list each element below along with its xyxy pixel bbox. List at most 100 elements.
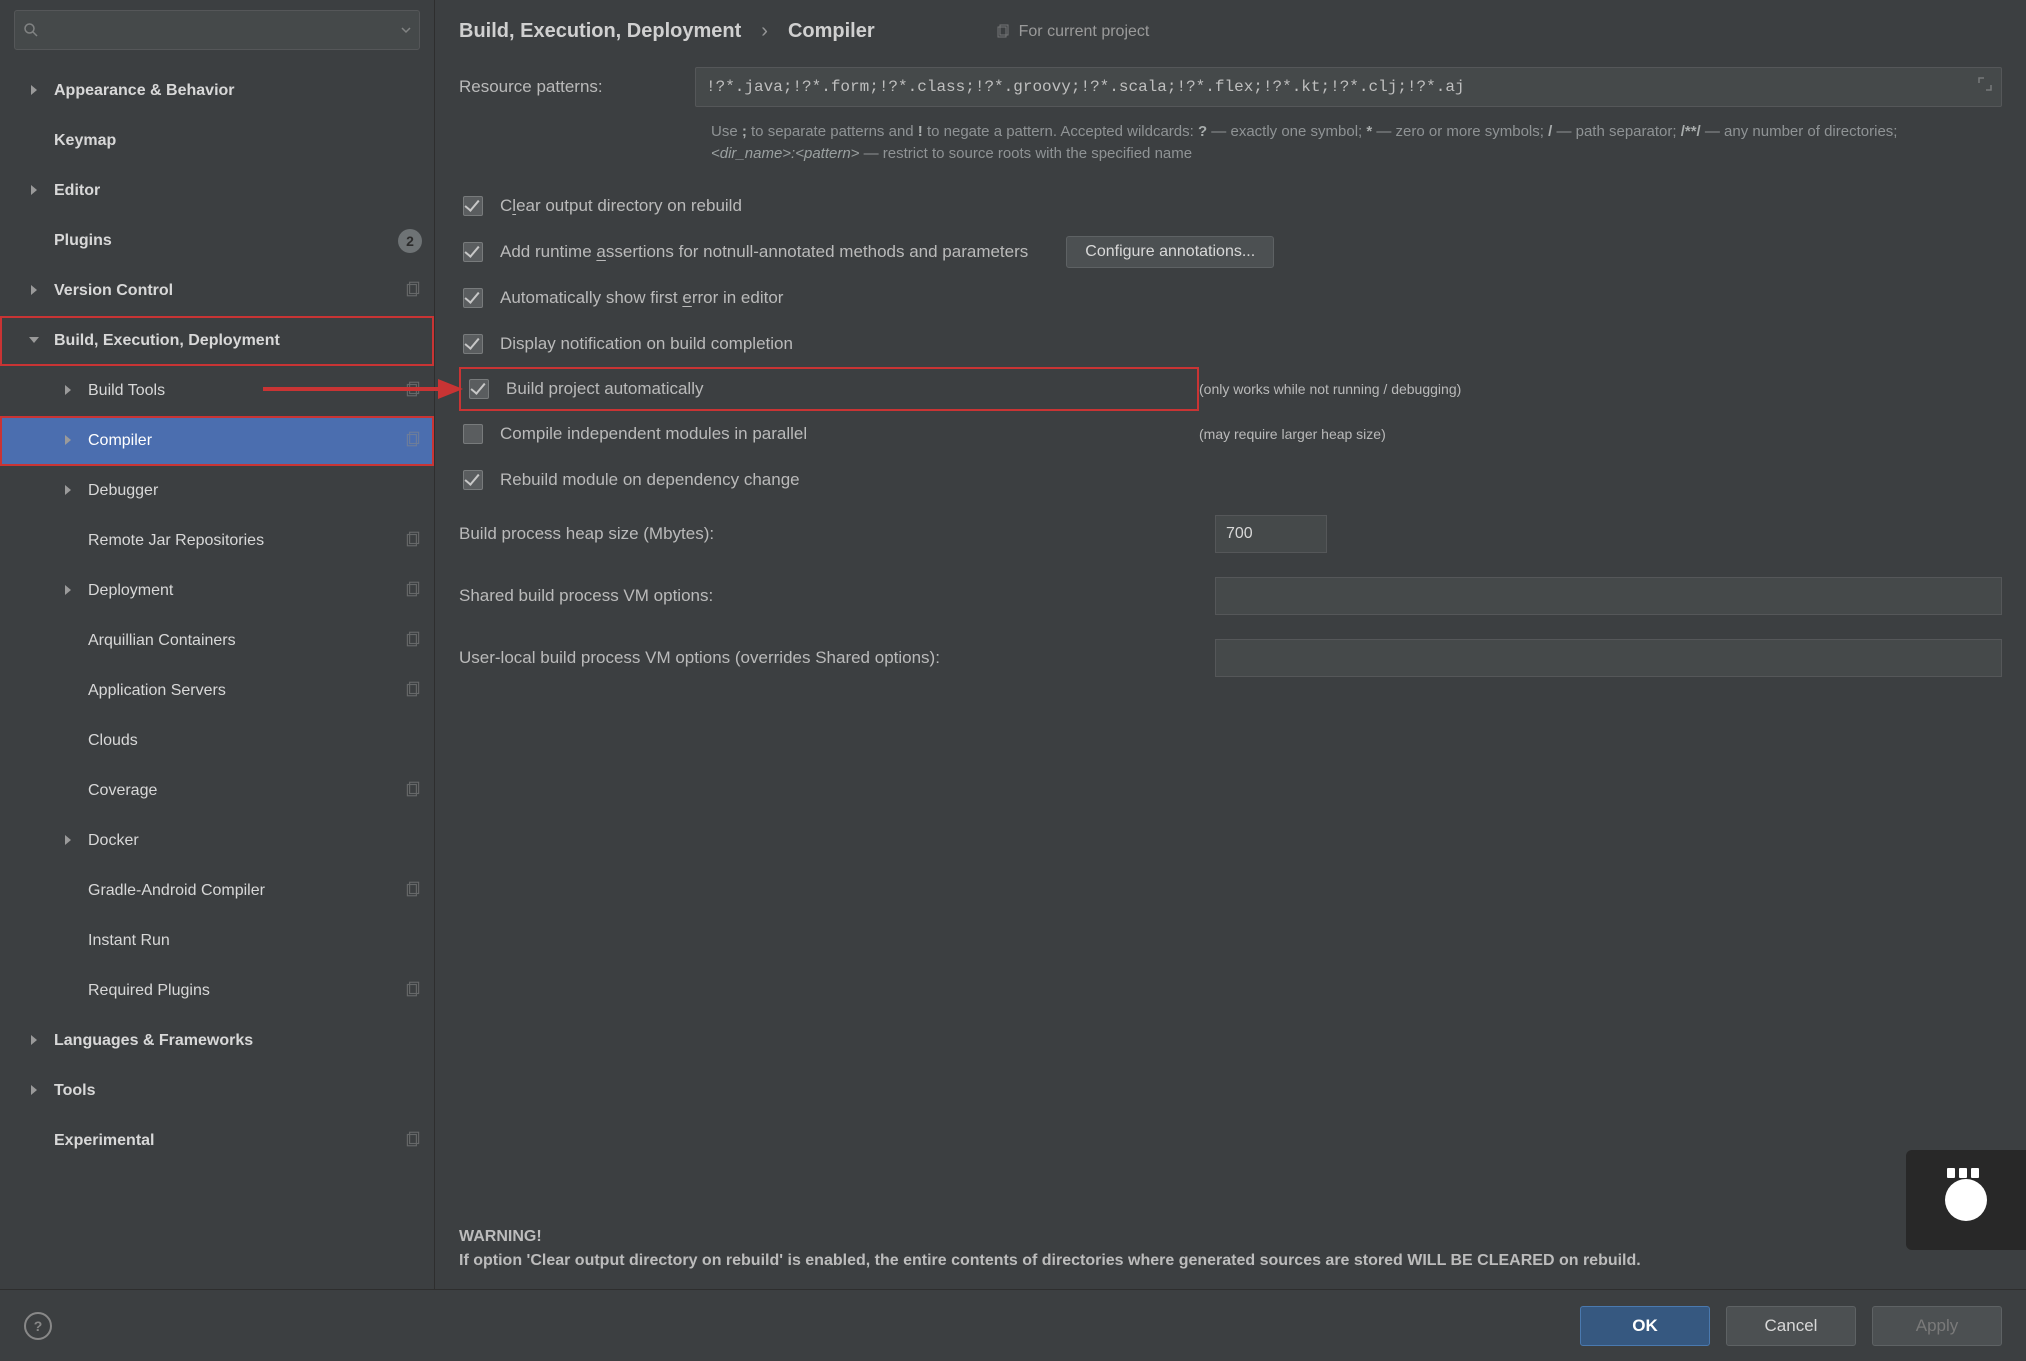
sidebar-item-deployment[interactable]: Deployment bbox=[0, 566, 434, 616]
compile-parallel-label: Compile independent modules in parallel bbox=[500, 424, 807, 444]
sidebar-item-required-plugins[interactable]: Required Plugins bbox=[0, 966, 434, 1016]
scope-indicator: For current project bbox=[995, 23, 1150, 41]
settings-tree[interactable]: Appearance & Behavior Keymap Editor Plugins… bbox=[0, 60, 434, 1289]
copy-icon bbox=[404, 680, 422, 703]
breadcrumb-leaf: Compiler bbox=[788, 20, 875, 43]
breadcrumb: Build, Execution, Deployment › Compiler … bbox=[459, 20, 2002, 43]
sidebar-item-clouds[interactable]: Clouds bbox=[0, 716, 434, 766]
sidebar-item-label: Deployment bbox=[88, 582, 173, 600]
chevron-down-icon bbox=[28, 334, 42, 348]
sidebar-item-label: Experimental bbox=[54, 1132, 154, 1150]
sidebar-item-label: Arquillian Containers bbox=[88, 632, 236, 650]
sidebar-item-remote-jar-repositories[interactable]: Remote Jar Repositories bbox=[0, 516, 434, 566]
display-notification-checkbox[interactable] bbox=[463, 334, 483, 354]
update-badge: 2 bbox=[398, 229, 422, 253]
build-auto-row: Build project automatically bbox=[459, 367, 1199, 411]
search-field[interactable] bbox=[45, 21, 395, 39]
build-auto-aside: (only works while not running / debuggin… bbox=[1199, 381, 2002, 397]
chevron-right-icon bbox=[28, 1034, 42, 1048]
copy-icon bbox=[404, 880, 422, 903]
clear-output-checkbox[interactable] bbox=[463, 196, 483, 216]
sidebar-item-label: Debugger bbox=[88, 482, 158, 500]
breadcrumb-root[interactable]: Build, Execution, Deployment bbox=[459, 20, 741, 43]
copy-icon bbox=[404, 530, 422, 553]
copy-icon bbox=[404, 1130, 422, 1153]
heap-size-input[interactable] bbox=[1215, 515, 1327, 553]
sidebar-item-languages-frameworks[interactable]: Languages & Frameworks bbox=[0, 1016, 434, 1066]
apply-button[interactable]: Apply bbox=[1872, 1306, 2002, 1346]
chevron-down-icon bbox=[401, 25, 411, 35]
build-auto-checkbox[interactable] bbox=[469, 379, 489, 399]
copy-icon bbox=[404, 980, 422, 1003]
ok-button[interactable]: OK bbox=[1580, 1306, 1710, 1346]
copy-icon bbox=[404, 430, 422, 453]
sidebar-item-label: Coverage bbox=[88, 782, 157, 800]
sidebar-item-label: Plugins bbox=[54, 232, 112, 250]
sidebar-item-instant-run[interactable]: Instant Run bbox=[0, 916, 434, 966]
sidebar-item-build-execution-deployment[interactable]: Build, Execution, Deployment bbox=[0, 316, 434, 366]
user-vm-label: User-local build process VM options (ove… bbox=[459, 648, 1199, 668]
sidebar-item-experimental[interactable]: Experimental bbox=[0, 1116, 434, 1166]
resource-patterns-label: Resource patterns: bbox=[459, 77, 679, 97]
build-auto-label: Build project automatically bbox=[506, 379, 703, 399]
sidebar-item-label: Tools bbox=[54, 1082, 95, 1100]
help-button[interactable]: ? bbox=[24, 1312, 52, 1340]
sidebar-item-label: Docker bbox=[88, 832, 139, 850]
show-first-error-label: Automatically show first error in editor bbox=[500, 288, 783, 308]
warning-text: WARNING! If option 'Clear output directo… bbox=[459, 1201, 2002, 1289]
chevron-right-icon bbox=[62, 584, 76, 598]
expand-icon[interactable] bbox=[1976, 75, 1994, 93]
sidebar-item-application-servers[interactable]: Application Servers bbox=[0, 666, 434, 716]
sidebar-item-docker[interactable]: Docker bbox=[0, 816, 434, 866]
sidebar-item-label: Appearance & Behavior bbox=[54, 82, 235, 100]
chevron-right-icon bbox=[62, 384, 76, 398]
chevron-right-icon bbox=[28, 184, 42, 198]
sidebar-item-label: Compiler bbox=[88, 432, 152, 450]
show-first-error-checkbox[interactable] bbox=[463, 288, 483, 308]
search-icon bbox=[23, 22, 39, 38]
rebuild-dep-checkbox[interactable] bbox=[463, 470, 483, 490]
sidebar-item-label: Languages & Frameworks bbox=[54, 1032, 253, 1050]
sidebar-item-label: Application Servers bbox=[88, 682, 226, 700]
sidebar-item-gradle-android-compiler[interactable]: Gradle-Android Compiler bbox=[0, 866, 434, 916]
heap-size-label: Build process heap size (Mbytes): bbox=[459, 524, 1199, 544]
user-vm-input[interactable] bbox=[1215, 639, 2002, 677]
sidebar-item-arquillian-containers[interactable]: Arquillian Containers bbox=[0, 616, 434, 666]
sidebar-item-keymap[interactable]: Keymap bbox=[0, 116, 434, 166]
configure-annotations-button[interactable]: Configure annotations... bbox=[1066, 236, 1274, 268]
copy-icon bbox=[404, 780, 422, 803]
sidebar-item-editor[interactable]: Editor bbox=[0, 166, 434, 216]
sidebar-item-label: Clouds bbox=[88, 732, 138, 750]
breadcrumb-sep-icon: › bbox=[761, 20, 768, 43]
shared-vm-input[interactable] bbox=[1215, 577, 2002, 615]
widget-dot-icon bbox=[1945, 1179, 1987, 1221]
chevron-right-icon bbox=[62, 834, 76, 848]
sidebar-item-appearance-behavior[interactable]: Appearance & Behavior bbox=[0, 66, 434, 116]
sidebar-item-coverage[interactable]: Coverage bbox=[0, 766, 434, 816]
compile-parallel-aside: (may require larger heap size) bbox=[1199, 426, 2002, 442]
compile-parallel-checkbox[interactable] bbox=[463, 424, 483, 444]
settings-main-panel: Build, Execution, Deployment › Compiler … bbox=[435, 0, 2026, 1289]
copy-icon bbox=[404, 280, 422, 303]
sidebar-item-plugins[interactable]: Plugins 2 bbox=[0, 216, 434, 266]
dialog-button-bar: ? OK Cancel Apply bbox=[0, 1289, 2026, 1361]
copy-icon bbox=[404, 580, 422, 603]
sidebar-item-label: Required Plugins bbox=[88, 982, 210, 1000]
sidebar-item-debugger[interactable]: Debugger bbox=[0, 466, 434, 516]
chevron-right-icon bbox=[62, 484, 76, 498]
sidebar-item-label: Build, Execution, Deployment bbox=[54, 332, 280, 350]
cancel-button[interactable]: Cancel bbox=[1726, 1306, 1856, 1346]
floating-widget[interactable] bbox=[1906, 1150, 2026, 1250]
sidebar-item-label: Build Tools bbox=[88, 382, 165, 400]
sidebar-item-build-tools[interactable]: Build Tools bbox=[0, 366, 434, 416]
resource-patterns-input[interactable] bbox=[695, 67, 2002, 107]
sidebar-item-label: Editor bbox=[54, 182, 100, 200]
copy-icon bbox=[404, 630, 422, 653]
clear-output-label: Clear output directory on rebuild bbox=[500, 196, 742, 216]
search-input[interactable] bbox=[14, 10, 420, 50]
sidebar-item-label: Version Control bbox=[54, 282, 173, 300]
sidebar-item-tools[interactable]: Tools bbox=[0, 1066, 434, 1116]
runtime-assertions-checkbox[interactable] bbox=[463, 242, 483, 262]
sidebar-item-compiler[interactable]: Compiler bbox=[0, 416, 434, 466]
sidebar-item-version-control[interactable]: Version Control bbox=[0, 266, 434, 316]
